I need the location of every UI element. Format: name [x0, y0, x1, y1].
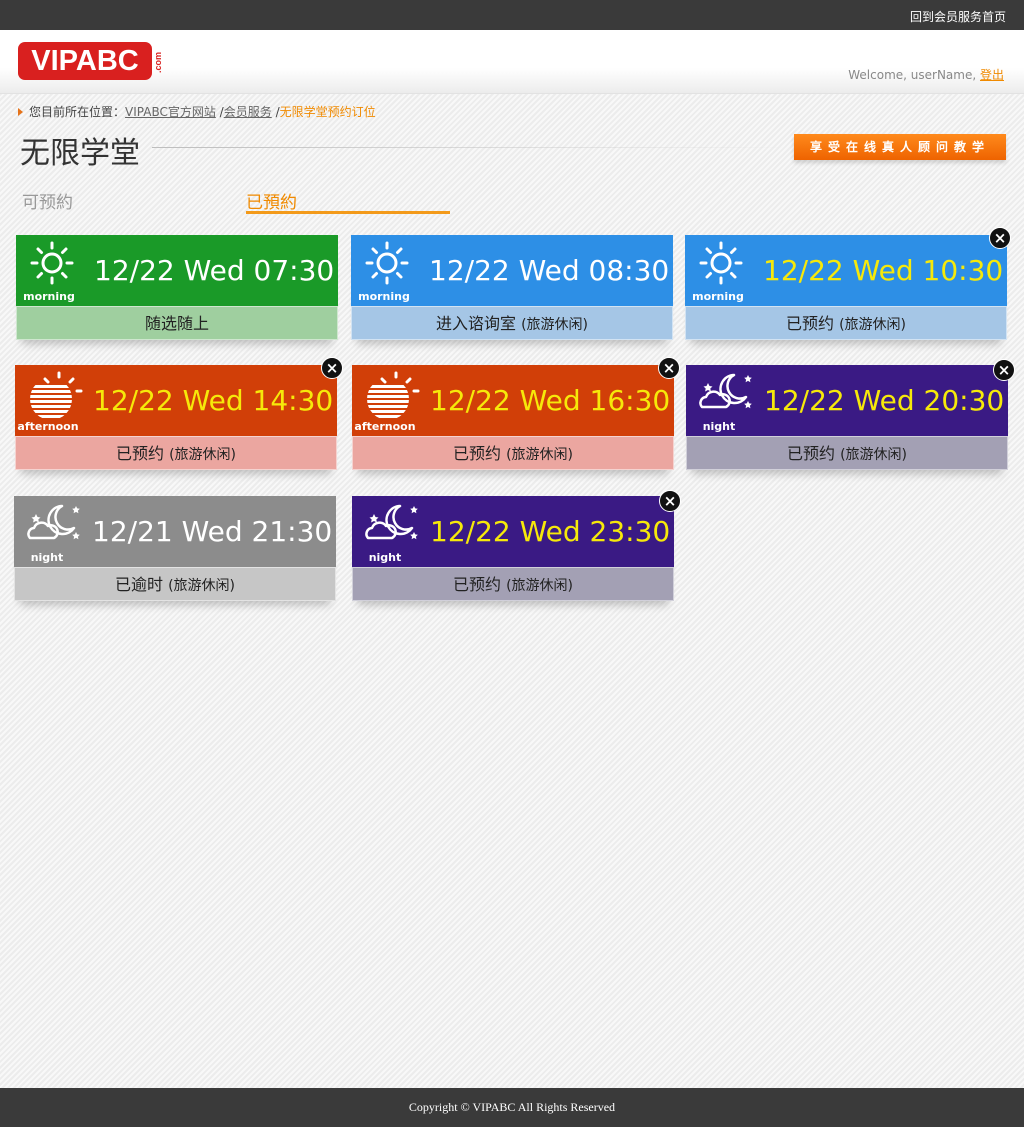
sun-icon [26, 241, 78, 285]
promo-button[interactable]: 享受在线真人顾问教学 [794, 134, 1006, 160]
session-time: 12/21 Wed 21:30 [92, 515, 333, 548]
tab-booked[interactable]: 已預約 [246, 188, 297, 213]
card-status-bar[interactable]: 进入谘询室 (旅游休闲) [351, 306, 673, 340]
sun-icon [695, 241, 747, 285]
course-category: (旅游休闲) [506, 447, 574, 463]
card-header: morning 12/22 Wed 10:30 [685, 235, 1007, 306]
card-header: morning 12/22 Wed 07:30 [16, 235, 338, 306]
course-category: (旅游休闲) [521, 317, 589, 333]
status-text: 已预约 [452, 575, 507, 594]
top-bar: 回到会员服务首页 [0, 0, 1024, 30]
course-category: (旅游休闲) [168, 578, 236, 594]
status-text: 已预约 [786, 444, 841, 463]
status-text: 已预约 [785, 314, 840, 333]
breadcrumb-arrow-icon [18, 108, 23, 116]
sunset-icon [25, 371, 83, 418]
booking-card[interactable]: afternoon 12/22 Wed 16:30 已预约 (旅游休闲) [352, 365, 674, 470]
session-time: 12/22 Wed 16:30 [430, 384, 671, 417]
welcome-area: Welcome, userName, 登出 [848, 66, 1004, 83]
booking-card[interactable]: morning 12/22 Wed 08:30 进入谘询室 (旅游休闲) [351, 235, 673, 340]
card-header: afternoon 12/22 Wed 14:30 [15, 365, 337, 436]
breadcrumb-current: 无限学堂预约订位 [279, 105, 376, 119]
booking-card[interactable]: morning 12/22 Wed 10:30 已预约 (旅游休闲) [685, 235, 1007, 340]
cancel-booking-close-icon[interactable]: × [658, 357, 680, 379]
period-label: morning [23, 290, 75, 303]
card-status-bar[interactable]: 随选随上 [16, 306, 338, 340]
cancel-booking-close-icon[interactable]: × [659, 490, 681, 512]
card-status-bar[interactable]: 已预约 (旅游休闲) [15, 436, 337, 470]
session-time: 12/22 Wed 08:30 [429, 254, 670, 287]
footer: Copyright © VIPABC All Rights Reserved [0, 1088, 1024, 1127]
booking-card[interactable]: night 12/22 Wed 20:30 已预约 (旅游休闲) [686, 365, 1008, 470]
status-text: 已逾时 [114, 575, 169, 594]
card-header: night 12/22 Wed 23:30 [352, 496, 674, 567]
booking-card[interactable]: morning 12/22 Wed 07:30 随选随上 [16, 235, 338, 340]
card-header: night 12/21 Wed 21:30 [14, 496, 336, 567]
copyright-text: Copyright © VIPABC All Rights Reserved [408, 1100, 616, 1114]
page-title: 无限学堂 [20, 136, 140, 171]
card-status-bar[interactable]: 已预约 (旅游休闲) [352, 436, 674, 470]
sunset-icon [362, 371, 420, 418]
breadcrumb: 您目前所在位置：VIPABC官方网站 /会员服务 /无限学堂预约订位 [18, 103, 376, 120]
cancel-booking-close-icon[interactable]: × [989, 227, 1011, 249]
member-home-link[interactable]: 回到会员服务首页 [910, 8, 1006, 25]
card-header: morning 12/22 Wed 08:30 [351, 235, 673, 306]
breadcrumb-prefix: 您目前所在位置： [29, 105, 126, 119]
welcome-text: Welcome, userName, [848, 68, 980, 82]
site-header: VIPABC .com Welcome, userName, 登出 [0, 30, 1024, 94]
period-label: afternoon [17, 420, 79, 433]
period-label: morning [358, 290, 410, 303]
logo-com-text: .com [153, 51, 163, 73]
period-label: afternoon [354, 420, 416, 433]
booking-card[interactable]: night 12/22 Wed 23:30 已预约 (旅游休闲) [352, 496, 674, 601]
session-time: 12/22 Wed 20:30 [764, 384, 1005, 417]
cancel-booking-close-icon[interactable]: × [993, 359, 1015, 381]
period-label: morning [692, 290, 744, 303]
booking-card[interactable]: night 12/21 Wed 21:30 已逾时 (旅游休闲) [14, 496, 336, 601]
period-label: night [702, 420, 736, 433]
status-text: 进入谘询室 [435, 314, 522, 333]
card-header: night 12/22 Wed 20:30 [686, 365, 1008, 436]
booking-card[interactable]: afternoon 12/22 Wed 14:30 已预约 (旅游休闲) [15, 365, 337, 470]
card-status-bar[interactable]: 已预约 (旅游休闲) [686, 436, 1008, 470]
card-status-bar[interactable]: 已逾时 (旅游休闲) [14, 567, 336, 601]
tab-available[interactable]: 可预約 [22, 188, 73, 213]
moon-cloud-icon [24, 502, 80, 546]
sun-icon [361, 241, 413, 285]
session-time: 12/22 Wed 14:30 [93, 384, 334, 417]
period-label: night [368, 551, 402, 564]
period-label: night [30, 551, 64, 564]
course-category: (旅游休闲) [840, 447, 908, 463]
vipabc-logo[interactable]: VIPABC .com [18, 42, 164, 82]
logo-text: VIPABC [18, 42, 152, 80]
moon-cloud-icon [362, 502, 418, 546]
card-status-bar[interactable]: 已预约 (旅游休闲) [352, 567, 674, 601]
breadcrumb-link-member-service[interactable]: 会员服务 [224, 105, 272, 119]
moon-cloud-icon [696, 371, 752, 415]
course-category: (旅游休闲) [506, 578, 574, 594]
logout-link[interactable]: 登出 [980, 68, 1004, 82]
status-text: 已预约 [452, 444, 507, 463]
title-divider [152, 147, 792, 148]
session-time: 12/22 Wed 10:30 [763, 254, 1004, 287]
status-text: 已预约 [115, 444, 170, 463]
course-category: (旅游休闲) [169, 447, 237, 463]
active-tab-indicator [246, 211, 450, 214]
cancel-booking-close-icon[interactable]: × [321, 357, 343, 379]
card-status-bar[interactable]: 已预约 (旅游休闲) [685, 306, 1007, 340]
card-header: afternoon 12/22 Wed 16:30 [352, 365, 674, 436]
course-category: (旅游休闲) [839, 317, 907, 333]
session-time: 12/22 Wed 23:30 [430, 515, 671, 548]
session-time: 12/22 Wed 07:30 [94, 254, 335, 287]
status-text: 随选随上 [144, 314, 209, 333]
breadcrumb-link-vipabc[interactable]: VIPABC官方网站 [125, 105, 216, 119]
